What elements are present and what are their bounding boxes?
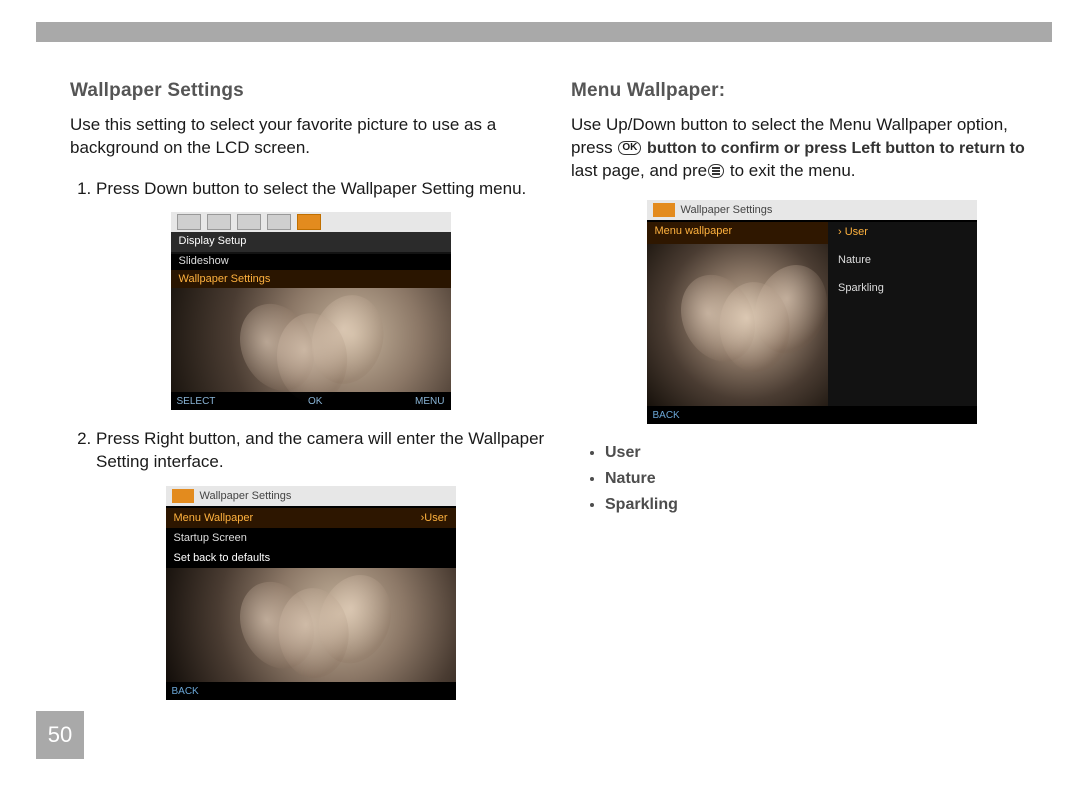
shot2-row-defaults: Set back to defaults [166, 548, 456, 568]
footer-menu-label: MENU [415, 395, 444, 409]
heading-wallpaper-settings: Wallpaper Settings [70, 78, 551, 104]
shot1-header: Display Setup [171, 232, 451, 254]
bullet-user: User [605, 442, 1052, 464]
para-c: last page, and pre [571, 161, 707, 180]
shot3-right-col: User Nature Sparkling [828, 222, 977, 406]
tab-icon-active [297, 214, 321, 230]
para-d: to exit the menu. [730, 161, 856, 180]
row-value: ›User [421, 511, 448, 526]
shot1-footer: SELECT OK MENU [171, 392, 451, 410]
footer-back-label: BACK [653, 409, 680, 423]
row-label: Menu Wallpaper [174, 511, 254, 526]
shot2-title: Wallpaper Settings [166, 486, 456, 506]
shot2-row-startup: Startup Screen [166, 528, 456, 548]
shot2-title-text: Wallpaper Settings [200, 489, 292, 504]
tab-icon [207, 214, 231, 230]
header-stripe [36, 22, 1052, 42]
page-number-text: 50 [48, 722, 72, 748]
shot3-title: Wallpaper Settings [647, 200, 977, 220]
para-b: button to confirm or press Left button t… [647, 140, 1025, 157]
tab-icon [177, 214, 201, 230]
screenshot-menu-wallpaper-options: Wallpaper Settings Menu wallpaper User N… [647, 200, 977, 424]
tab-icon [267, 214, 291, 230]
shot3-title-text: Wallpaper Settings [681, 203, 773, 218]
footer-select-label: SELECT [177, 395, 216, 409]
heading-menu-wallpaper: Menu Wallpaper: [571, 78, 1052, 104]
page-number: 50 [36, 711, 84, 759]
left-column: Wallpaper Settings Use this setting to s… [70, 78, 551, 718]
badge-icon [653, 203, 675, 217]
intro-text: Use this setting to select your favorite… [70, 114, 551, 160]
option-user: User [828, 222, 977, 250]
screenshot-display-setup: Display Setup Slideshow Wallpaper Settin… [171, 212, 451, 410]
right-column: Menu Wallpaper: Use Up/Down button to se… [571, 78, 1052, 718]
shot3-left-label: Menu wallpaper [647, 222, 829, 246]
option-nature: Nature [828, 250, 977, 278]
right-paragraph: Use Up/Down button to select the Menu Wa… [571, 114, 1052, 183]
steps-list: Press Down button to select the Wallpape… [70, 178, 551, 201]
tab-icon [237, 214, 261, 230]
menu-button-icon [708, 164, 724, 178]
shot2-background [166, 568, 456, 682]
footer-back-label: BACK [172, 685, 199, 699]
badge-icon [172, 489, 194, 503]
option-sparkling: Sparkling [828, 278, 977, 306]
shot2-row-menu-wallpaper: Menu Wallpaper ›User [166, 508, 456, 528]
bullet-sparkling: Sparkling [605, 494, 1052, 516]
steps-list-cont: Press Right button, and the camera will … [70, 428, 551, 474]
shot3-background [647, 244, 829, 406]
page-content: Wallpaper Settings Use this setting to s… [70, 78, 1052, 718]
shot3-footer: BACK [647, 406, 977, 424]
options-bullet-list: User Nature Sparkling [605, 442, 1052, 515]
screenshot-wallpaper-settings: Wallpaper Settings Menu Wallpaper ›User … [166, 486, 456, 700]
step-2: Press Right button, and the camera will … [96, 428, 551, 474]
ok-button-icon: OK [618, 141, 641, 155]
shot2-footer: BACK [166, 682, 456, 700]
step-1: Press Down button to select the Wallpape… [96, 178, 551, 201]
bullet-nature: Nature [605, 468, 1052, 490]
shot1-tabbar [171, 212, 451, 232]
footer-ok-label: OK [308, 395, 322, 409]
shot1-background [171, 288, 451, 392]
